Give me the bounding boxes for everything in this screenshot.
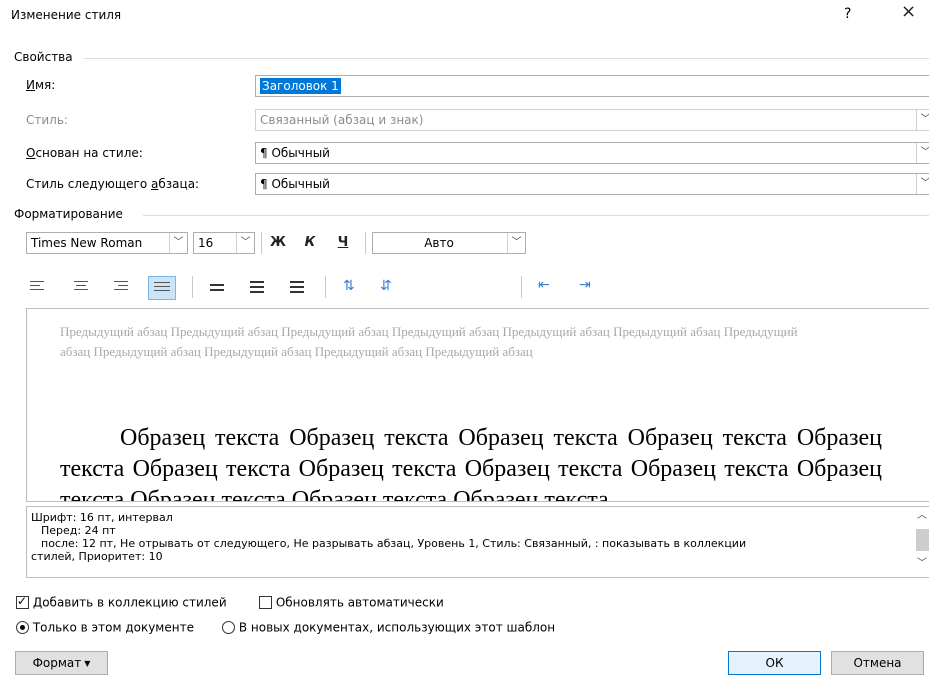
add-to-gallery-checkbox-row[interactable]: Добавить в коллекцию стилей [16, 594, 227, 610]
size-value: 16 [198, 236, 214, 250]
chevron-down-icon: ﹀ [916, 174, 929, 194]
based-on-label: Основан на стиле: [26, 146, 143, 160]
previous-paragraph-text: Предыдущий абзац Предыдущий абзац Предыд… [60, 324, 798, 359]
toolbar-separator [261, 232, 262, 254]
chevron-down-icon: ﹀ [169, 233, 187, 253]
dialog-title: Изменение стиля [11, 8, 122, 22]
formatting-divider [143, 215, 929, 216]
style-type-select[interactable]: Связанный (абзац и знак) ﹀ [255, 109, 929, 131]
sample-text-block: Образец текста Образец текста Образец те… [60, 423, 882, 502]
line-spacing-double-icon[interactable] [290, 281, 308, 295]
name-input-value: Заголовок 1 [260, 78, 341, 94]
description-scrollbar[interactable]: ︿ ﹀ [913, 507, 929, 577]
style-type-label: Стиль: [26, 113, 68, 127]
style-preview: Предыдущий абзац Предыдущий абзац Предыд… [26, 308, 929, 502]
toolbar-separator [192, 276, 193, 298]
align-right-icon[interactable] [110, 281, 128, 295]
align-center-icon[interactable] [72, 281, 90, 295]
help-button[interactable]: ? [844, 6, 851, 22]
style-description: Шрифт: 16 пт, интервал Перед: 24 пт посл… [26, 506, 929, 578]
based-on-value: ¶ Обычный [260, 146, 330, 160]
name-input[interactable]: Заголовок 1 [255, 75, 929, 97]
toolbar-separator [521, 276, 522, 298]
cancel-button[interactable]: Отмена [831, 651, 924, 675]
toolbar-separator [325, 276, 326, 298]
close-icon[interactable]: × [901, 3, 916, 21]
description-line: Шрифт: 16 пт, интервал [31, 511, 173, 524]
formatting-group-title: Форматирование [14, 207, 123, 221]
font-select[interactable]: Times New Roman ﹀ [26, 232, 188, 254]
only-this-doc-label: Только в этом документе [32, 620, 194, 635]
add-to-gallery-label: Добавить в коллекцию стилей [32, 595, 227, 610]
auto-update-checkbox-row[interactable]: Обновлять автоматически [259, 595, 444, 610]
properties-divider [84, 58, 929, 59]
space-after-icon[interactable]: ⇵ [380, 278, 392, 294]
space-before-icon[interactable]: ⇅ [343, 278, 355, 294]
only-this-doc-radio-row[interactable]: Только в этом документе [16, 620, 194, 635]
italic-button[interactable]: К [300, 235, 320, 250]
ok-button[interactable]: ОК [728, 651, 821, 675]
line-spacing-single-icon[interactable] [210, 284, 228, 298]
scroll-down-icon[interactable]: ﹀ [917, 557, 927, 570]
new-docs-radio[interactable] [222, 621, 235, 634]
name-label: Имя: [26, 78, 56, 92]
format-button[interactable]: Формат ▼ [15, 651, 108, 675]
color-value: Авто [424, 236, 454, 250]
align-justify-icon [154, 282, 172, 296]
based-on-select[interactable]: ¶ Обычный ﹀ [255, 142, 929, 164]
sample-text: Образец текста Образец текста Образец те… [60, 425, 882, 502]
scroll-up-icon[interactable]: ︿ [917, 509, 927, 522]
bold-button[interactable]: Ж [268, 235, 288, 250]
auto-update-checkbox[interactable] [259, 596, 272, 609]
new-docs-label: В новых документах, использующих этот ша… [238, 620, 556, 635]
properties-group-title: Свойства [14, 50, 73, 64]
chevron-down-icon: ﹀ [916, 143, 929, 163]
description-line: после: 12 пт, Не отрывать от следующего,… [41, 537, 747, 550]
next-style-select[interactable]: ¶ Обычный ﹀ [255, 173, 929, 195]
decrease-indent-icon[interactable]: ⇤ [538, 277, 550, 293]
description-line: стилей, Приоритет: 10 [31, 550, 163, 563]
style-type-value: Связанный (абзац и знак) [260, 113, 424, 127]
line-spacing-onehalf-icon[interactable] [250, 281, 268, 295]
chevron-down-icon: ﹀ [916, 110, 929, 130]
toolbar-separator [365, 232, 366, 254]
font-value: Times New Roman [31, 236, 143, 250]
size-select[interactable]: 16 ﹀ [193, 232, 255, 254]
underline-button[interactable]: Ч [333, 235, 353, 250]
color-select[interactable]: Авто ﹀ [372, 232, 526, 254]
next-style-label: Стиль следующего абзаца: [26, 177, 200, 191]
justify-button[interactable] [148, 276, 176, 300]
new-docs-radio-row[interactable]: В новых документах, использующих этот ша… [222, 620, 555, 635]
scroll-thumb[interactable] [916, 529, 929, 551]
format-button-label: Формат [32, 656, 82, 670]
add-to-gallery-checkbox[interactable] [16, 594, 29, 609]
chevron-down-icon: ﹀ [236, 233, 254, 253]
auto-update-label: Обновлять автоматически [275, 595, 444, 610]
description-line: Перед: 24 пт [41, 524, 116, 537]
dropdown-triangle-icon: ▼ [84, 658, 91, 668]
chevron-down-icon: ﹀ [507, 233, 525, 253]
only-this-doc-radio[interactable] [16, 621, 29, 634]
next-style-value: ¶ Обычный [260, 177, 330, 191]
align-left-icon[interactable] [30, 281, 48, 295]
increase-indent-icon[interactable]: ⇥ [579, 277, 591, 293]
